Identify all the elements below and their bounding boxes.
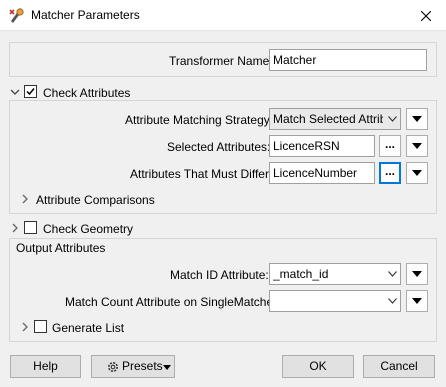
triangle-down-icon (412, 143, 422, 149)
triangle-down-icon (412, 298, 422, 304)
check-geometry-checkbox[interactable] (24, 221, 37, 234)
selected-attributes-browse-button[interactable]: ... (379, 135, 401, 157)
chevron-down-icon[interactable] (10, 87, 20, 97)
transformer-name-label: Transformer Name: (169, 54, 273, 68)
attribute-comparisons-label[interactable]: Attribute Comparisons (36, 193, 155, 207)
app-icon (9, 8, 24, 23)
chevron-right-icon[interactable] (20, 194, 30, 204)
chevron-down-icon (384, 264, 400, 284)
check-geometry-label: Check Geometry (43, 222, 134, 236)
matching-strategy-menu-button[interactable] (406, 108, 428, 130)
selected-attributes-input[interactable]: LicenceRSN (269, 135, 375, 157)
close-button[interactable] (406, 0, 446, 31)
selected-attributes-menu-button[interactable] (406, 135, 428, 157)
must-differ-input[interactable]: LicenceNumber (269, 162, 375, 184)
check-attributes-label: Check Attributes (43, 86, 131, 100)
triangle-down-icon (412, 170, 422, 176)
chevron-down-icon (384, 291, 400, 311)
triangle-down-icon (163, 365, 171, 370)
match-count-menu-button[interactable] (406, 290, 428, 312)
selected-attributes-label: Selected Attributes: (167, 140, 271, 154)
transformer-name-input[interactable]: Matcher (269, 49, 427, 71)
match-id-select[interactable]: _match_id (269, 263, 401, 285)
match-count-label: Match Count Attribute on SingleMatched: (65, 295, 284, 309)
generate-list-label: Generate List (52, 321, 125, 335)
presets-label: Presets (122, 359, 163, 373)
match-id-value: _match_id (273, 267, 329, 281)
matching-strategy-select[interactable]: Match Selected Attribu (269, 108, 401, 130)
window-title: Matcher Parameters (31, 8, 140, 22)
chevron-right-icon[interactable] (20, 322, 30, 332)
generate-list-checkbox[interactable] (34, 320, 47, 333)
match-count-select[interactable] (269, 290, 401, 312)
match-id-menu-button[interactable] (406, 263, 428, 285)
output-attributes-heading: Output Attributes (16, 241, 106, 255)
must-differ-browse-button[interactable]: ... (379, 162, 401, 184)
checkmark-icon (26, 88, 35, 96)
must-differ-label: Attributes That Must Differ: (130, 167, 273, 181)
triangle-down-icon (412, 271, 422, 277)
presets-button[interactable]: Presets (91, 355, 175, 378)
matching-strategy-label: Attribute Matching Strategy: (125, 113, 274, 127)
matching-strategy-value: Match Selected Attribu (273, 112, 383, 126)
help-button[interactable]: Help (10, 355, 81, 378)
must-differ-menu-button[interactable] (406, 162, 428, 184)
gear-icon (108, 362, 118, 372)
title-bar: Matcher Parameters (0, 0, 446, 31)
check-attributes-checkbox[interactable] (24, 85, 37, 98)
match-id-label: Match ID Attribute: (170, 268, 269, 282)
close-icon (421, 10, 431, 21)
chevron-down-icon (384, 109, 400, 129)
cancel-button[interactable]: Cancel (363, 355, 435, 378)
triangle-down-icon (412, 116, 422, 122)
ok-button[interactable]: OK (282, 355, 354, 378)
chevron-right-icon[interactable] (10, 223, 20, 233)
